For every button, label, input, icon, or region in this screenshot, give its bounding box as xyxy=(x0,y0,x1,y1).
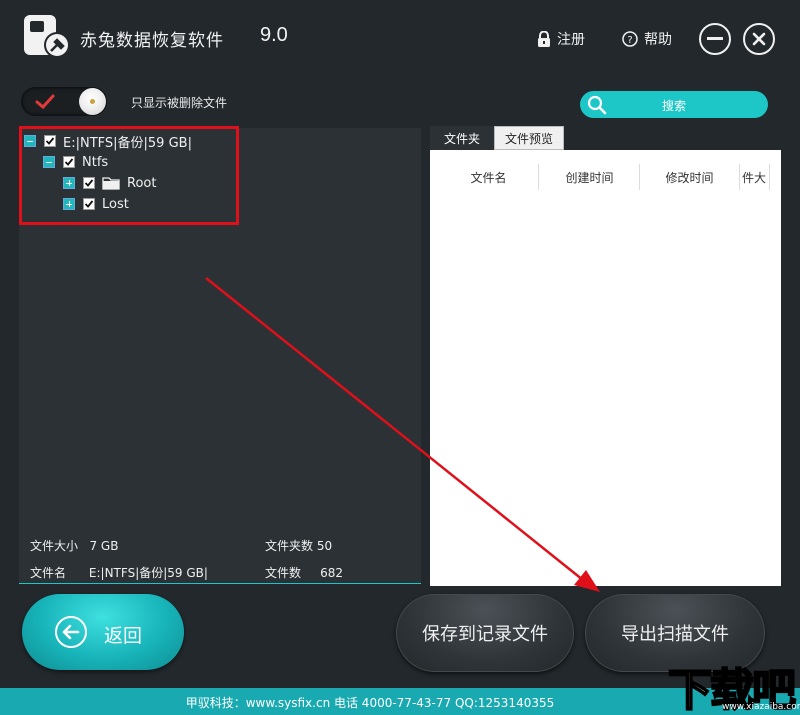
tab-strip xyxy=(564,126,781,150)
back-button[interactable]: 返回 xyxy=(22,594,184,670)
register-link[interactable]: 注册 xyxy=(537,29,585,49)
help-link[interactable]: ? 帮助 xyxy=(622,29,672,49)
info-folder-count: 文件夹数 50 xyxy=(265,537,332,554)
lock-icon xyxy=(538,31,550,47)
watermark-url: www.xiazaiba.com xyxy=(722,702,800,712)
info-value: 7 GB xyxy=(89,539,119,553)
toggle-dot xyxy=(90,99,95,104)
save-record-button[interactable]: 保存到记录文件 xyxy=(396,594,574,672)
annotation-highlight-box xyxy=(19,126,239,225)
search-label: 搜索 xyxy=(661,99,686,113)
register-label: 注册 xyxy=(557,32,585,48)
info-value: E:|NTFS|备份|59 GB| xyxy=(88,566,208,580)
info-label: 文件大小 xyxy=(30,539,79,553)
file-list-panel: 文件夹 文件预览 文件名 创建时间 修改时间 件大 xyxy=(430,126,781,586)
deleted-only-toggle[interactable] xyxy=(21,87,107,116)
info-value: 682 xyxy=(320,566,343,580)
help-icon: ? xyxy=(622,31,638,47)
toggle-knob xyxy=(79,88,106,115)
title-bar: 赤兔数据恢复软件 9.0 注册 ? 帮助 xyxy=(0,0,800,78)
app-logo-icon xyxy=(24,15,70,58)
tab-file-preview[interactable]: 文件预览 xyxy=(494,126,564,150)
info-label: 文件名 xyxy=(30,566,67,580)
watermark-logo: 下载吧 www.xiazaiba.com xyxy=(662,654,800,715)
info-label: 文件数 xyxy=(265,566,302,580)
search-button[interactable]: 搜索 xyxy=(580,91,768,118)
close-icon xyxy=(752,32,766,46)
info-file-count: 文件数 682 xyxy=(265,564,343,581)
app-window: 赤兔数据恢复软件 9.0 注册 ? 帮助 只显示被删除文件 搜索 E:|NTFS… xyxy=(0,0,800,715)
tab-folder[interactable]: 文件夹 xyxy=(430,126,494,150)
minimize-icon xyxy=(707,37,723,40)
column-created-time[interactable]: 创建时间 xyxy=(540,164,640,190)
app-title: 赤兔数据恢复软件 xyxy=(80,31,224,51)
info-file-name: 文件名 E:|NTFS|备份|59 GB| xyxy=(30,564,208,581)
svg-text:?: ? xyxy=(627,35,632,46)
checkmark-icon xyxy=(35,94,55,110)
app-version: 9.0 xyxy=(260,24,288,46)
column-modified-time[interactable]: 修改时间 xyxy=(640,164,740,190)
deleted-only-label: 只显示被删除文件 xyxy=(131,96,228,110)
column-file-size[interactable]: 件大 xyxy=(740,164,770,190)
info-value: 50 xyxy=(316,539,333,553)
back-arrow-icon xyxy=(55,616,87,648)
column-file-name[interactable]: 文件名 xyxy=(439,164,539,190)
close-button[interactable] xyxy=(743,23,775,55)
minimize-button[interactable] xyxy=(699,23,731,55)
back-label: 返回 xyxy=(104,625,143,647)
info-file-size: 文件大小 7 GB xyxy=(30,537,118,554)
help-label: 帮助 xyxy=(644,32,672,48)
info-label: 文件夹数 xyxy=(265,539,314,553)
